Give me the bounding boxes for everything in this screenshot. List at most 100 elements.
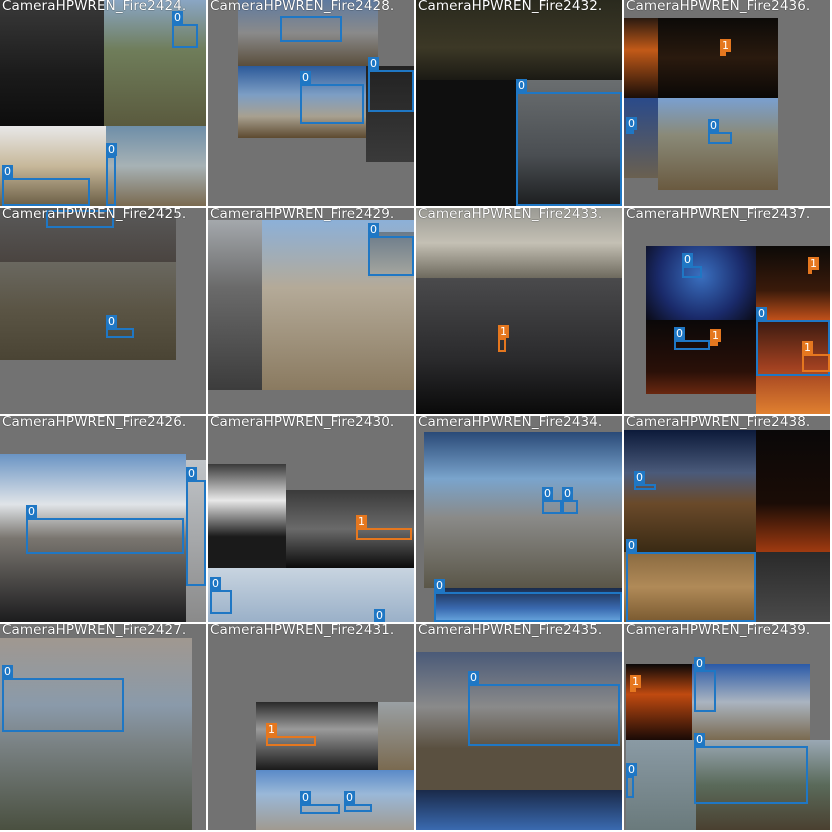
detection-box: 1 [808, 257, 819, 274]
box-label: 0 [708, 119, 719, 132]
box-label: 0 [368, 57, 379, 70]
tile-fire2434: 0 0 0 CameraHPWREN_Fire2434. [416, 416, 622, 622]
tile-title: CameraHPWREN_Fire2431. [210, 624, 395, 638]
box-label: 1 [802, 341, 813, 354]
camera-image [208, 464, 286, 568]
detection-box: 1 [498, 325, 509, 352]
detection-box: 0 [434, 579, 622, 622]
detection-box: 0 [106, 315, 134, 338]
tile-title: CameraHPWREN_Fire2430. [210, 416, 395, 430]
camera-image [658, 18, 778, 98]
tile-fire2432: 0 CameraHPWREN_Fire2432. [416, 0, 622, 206]
detection-box: 0 [634, 471, 656, 490]
box-label: 1 [498, 325, 509, 338]
box-label: 0 [210, 577, 221, 590]
tile-fire2428: 0 0 CameraHPWREN_Fire2428. [208, 0, 414, 206]
tile-title: CameraHPWREN_Fire2432. [418, 0, 603, 14]
tile-fire2437: 0 1 0 1 0 1 CameraHPWREN_Fire2437. [624, 208, 830, 414]
tile-title: CameraHPWREN_Fire2434. [418, 416, 603, 430]
box-label: 1 [266, 723, 277, 736]
camera-image [624, 18, 658, 98]
tile-fire2439: 1 0 0 0 CameraHPWREN_Fire2439. [624, 624, 830, 830]
box-label: 0 [434, 579, 445, 592]
camera-image [0, 638, 192, 830]
box-label: 1 [710, 329, 721, 342]
tile-title: CameraHPWREN_Fire2433. [418, 208, 603, 222]
detection-box: 1 [266, 723, 316, 746]
box-label: 0 [106, 143, 117, 156]
detection-box [280, 16, 342, 42]
tile-title: CameraHPWREN_Fire2438. [626, 416, 811, 430]
detection-box: 0 [300, 71, 364, 124]
detection-box: 0 [2, 165, 90, 206]
box-label: 0 [562, 487, 573, 500]
box-label: 0 [626, 763, 637, 776]
tile-fire2433: 1 CameraHPWREN_Fire2433. [416, 208, 622, 414]
tile-fire2436: 1 0 0 CameraHPWREN_Fire2436. [624, 0, 830, 206]
tile-title: CameraHPWREN_Fire2426. [2, 416, 187, 430]
box-label: 0 [26, 505, 37, 518]
box-label: 0 [682, 253, 693, 266]
camera-image [646, 320, 756, 394]
detection-box: 1 [710, 329, 721, 346]
detection-box: 0 [172, 11, 198, 48]
tile-title: CameraHPWREN_Fire2435. [418, 624, 603, 638]
mosaic-grid: 0 0 0 CameraHPWREN_Fire2424. 0 0 CameraH… [0, 0, 832, 832]
box-label: 0 [634, 471, 645, 484]
box-label: 0 [694, 657, 705, 670]
box-label: 0 [344, 791, 355, 804]
camera-image [624, 98, 658, 178]
tile-fire2425: 0 CameraHPWREN_Fire2425. [0, 208, 206, 414]
box-label: 0 [674, 327, 685, 340]
box-label: 0 [626, 539, 637, 552]
detection-box: 0 [26, 505, 184, 554]
detection-box: 0 [2, 665, 124, 732]
detection-box: 0 [626, 117, 637, 134]
box-label: 0 [2, 665, 13, 678]
detection-box: 1 [356, 515, 412, 540]
tile-fire2424: 0 0 0 CameraHPWREN_Fire2424. [0, 0, 206, 206]
camera-image [756, 552, 830, 622]
box-label: 1 [630, 675, 641, 688]
tile-title: CameraHPWREN_Fire2429. [210, 208, 395, 222]
box-label: 0 [300, 791, 311, 804]
tile-fire2430: 1 0 0 CameraHPWREN_Fire2430. [208, 416, 414, 622]
tile-title: CameraHPWREN_Fire2425. [2, 208, 187, 222]
detection-box: 0 [106, 143, 117, 206]
camera-image [0, 262, 176, 360]
tile-title: CameraHPWREN_Fire2439. [626, 624, 811, 638]
tile-title: CameraHPWREN_Fire2437. [626, 208, 811, 222]
detection-box: 0 [516, 79, 622, 206]
detection-box: 0 [300, 791, 340, 814]
detection-box: 0 [694, 733, 808, 804]
camera-image [624, 430, 756, 552]
camera-image [424, 432, 622, 588]
box-label: 0 [626, 117, 637, 130]
camera-image [416, 790, 622, 830]
box-label: 0 [2, 165, 13, 178]
box-label: 1 [356, 515, 367, 528]
box-label: 0 [542, 487, 553, 500]
camera-image [104, 0, 206, 126]
detection-box: 0 [708, 119, 732, 144]
box-label: 0 [186, 467, 197, 480]
tile-fire2431: 1 0 0 CameraHPWREN_Fire2431. [208, 624, 414, 830]
detection-box: 1 [630, 675, 641, 692]
tile-fire2426: 0 0 CameraHPWREN_Fire2426. [0, 416, 206, 622]
tile-title: CameraHPWREN_Fire2436. [626, 0, 811, 14]
detection-box: 0 [210, 577, 232, 614]
detection-box: 0 [344, 791, 372, 812]
box-label: 0 [468, 671, 479, 684]
camera-image [256, 770, 414, 830]
tile-title: CameraHPWREN_Fire2424. [2, 0, 187, 14]
camera-image [416, 278, 622, 414]
detection-box: 0 [674, 327, 710, 350]
camera-image [658, 98, 778, 190]
detection-box: 0 [542, 487, 562, 514]
detection-box: 0 [468, 671, 620, 746]
box-label: 0 [368, 223, 379, 236]
box-label: 0 [106, 315, 117, 328]
detection-box: 0 [626, 763, 637, 798]
tile-fire2429: 0 CameraHPWREN_Fire2429. [208, 208, 414, 414]
box-label: 0 [694, 733, 705, 746]
